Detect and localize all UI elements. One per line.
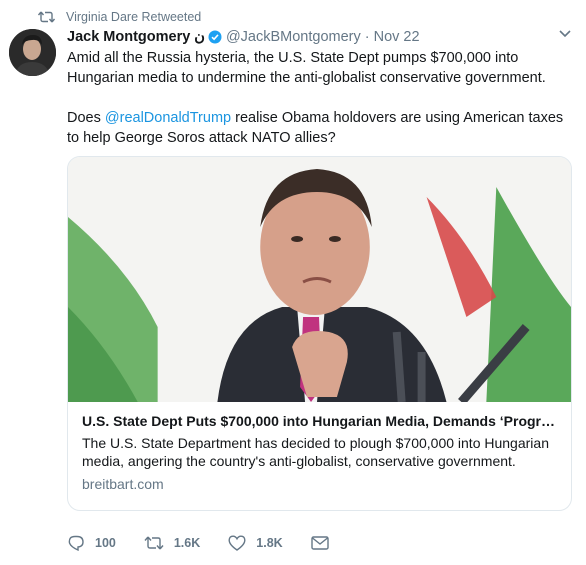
paragraph-2-start: Does — [67, 110, 105, 126]
tweet-paragraph-2: Does @realDonaldTrump realise Obama hold… — [67, 108, 575, 148]
direct-message-button[interactable] — [310, 536, 339, 550]
chevron-down-icon[interactable] — [558, 29, 572, 39]
tweet-body: Jack Montgomery ن @JackBMontgomery · Nov… — [67, 27, 575, 148]
retweet-button[interactable]: 1.6K — [144, 536, 200, 550]
author-name[interactable]: Jack Montgomery — [67, 29, 190, 45]
mention-link[interactable]: @realDonaldTrump — [105, 110, 231, 126]
reply-button[interactable]: 100 — [67, 535, 116, 551]
reply-count: 100 — [95, 536, 116, 550]
tweet-paragraph-1: Amid all the Russia hysteria, the U.S. S… — [67, 50, 546, 86]
card-domain: breitbart.com — [82, 476, 164, 492]
tweet-actions: 100 1.6K 1.8K — [67, 533, 367, 553]
verified-badge-icon — [208, 30, 222, 44]
reply-icon — [68, 535, 84, 551]
tweet-text: Amid all the Russia hysteria, the U.S. S… — [67, 48, 575, 148]
like-icon — [228, 535, 246, 551]
tweet-date[interactable]: Nov 22 — [374, 29, 420, 45]
link-card[interactable]: U.S. State Dept Puts $700,000 into Hunga… — [67, 156, 572, 511]
tweet-header: Jack Montgomery ن @JackBMontgomery · Nov… — [67, 27, 575, 47]
author-handle[interactable]: @JackBMontgomery — [226, 29, 361, 45]
header-separator: · — [364, 29, 370, 45]
retweeted-by[interactable]: Virginia Dare Retweeted — [38, 9, 201, 25]
retweeted-by-text: Virginia Dare Retweeted — [66, 10, 202, 24]
card-image[interactable] — [68, 157, 571, 402]
card-description: The U.S. State Department has decided to… — [82, 435, 549, 469]
retweet-count: 1.6K — [173, 536, 201, 550]
like-button[interactable]: 1.8K — [228, 535, 283, 551]
like-count: 1.8K — [256, 536, 283, 550]
retweet-icon — [38, 10, 56, 24]
direct-message-icon — [310, 536, 329, 550]
avatar[interactable] — [9, 29, 56, 76]
retweet-icon — [144, 536, 164, 550]
card-text: U.S. State Dept Puts $700,000 into Hunga… — [68, 402, 571, 493]
author-name-suffix: ن — [194, 29, 205, 45]
card-title[interactable]: U.S. State Dept Puts $700,000 into Hunga… — [82, 412, 557, 430]
